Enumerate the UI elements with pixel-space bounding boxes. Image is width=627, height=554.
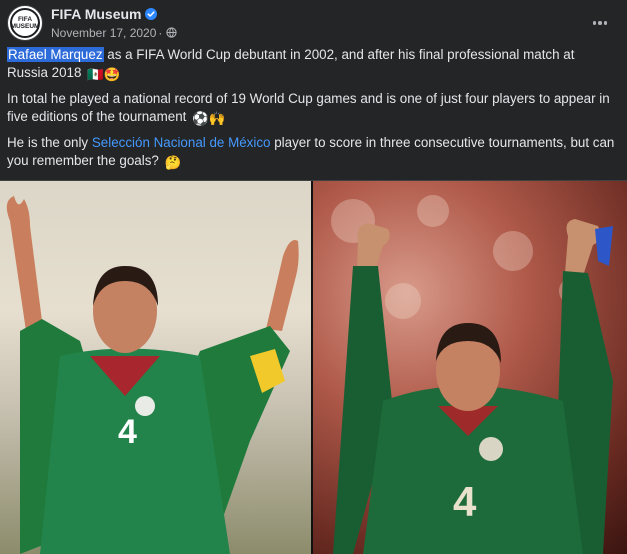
- avatar[interactable]: FIFA MUSEUM: [7, 5, 43, 41]
- mexico-flag-star-struck-emoji: 🇲🇽🤩: [87, 67, 121, 82]
- post-date[interactable]: November 17, 2020: [51, 26, 156, 40]
- post-photo-collage[interactable]: 4 4: [0, 180, 627, 554]
- page-name-link[interactable]: FIFA Museum: [51, 6, 142, 22]
- post-text: Rafael Marquez as a FIFA World Cup debut…: [7, 46, 619, 178]
- verified-badge-icon: [144, 8, 157, 20]
- more-options-icon[interactable]: [587, 13, 613, 33]
- facebook-post: FIFA MUSEUM FIFA Museum November 17, 202…: [0, 0, 627, 554]
- paragraph-2-text: In total he played a national record of …: [7, 91, 610, 124]
- player-illustration-right: 4: [331, 195, 613, 554]
- svg-text:4: 4: [453, 478, 477, 525]
- svg-text:4: 4: [118, 413, 137, 451]
- player-illustration-left: 4: [6, 196, 299, 554]
- photo-marquez-2018[interactable]: 4: [313, 181, 627, 554]
- globe-icon[interactable]: [166, 27, 178, 38]
- avatar-line-1: FIFA: [17, 16, 33, 23]
- post-meta: November 17, 2020 ·: [51, 26, 178, 40]
- hashtag-link-seleccion-mexico[interactable]: Selección Nacional de México: [92, 135, 271, 150]
- post-paragraph-2: In total he played a national record of …: [7, 90, 619, 128]
- post-paragraph-3: He is the only Selección Nacional de Méx…: [7, 134, 619, 172]
- selected-text: Rafael Marquez: [7, 47, 104, 62]
- thinking-face-emoji: 🤔: [164, 155, 182, 170]
- post-paragraph-1: Rafael Marquez as a FIFA World Cup debut…: [7, 46, 619, 84]
- meta-separator: ·: [158, 26, 163, 40]
- football-raised-hands-emoji: ⚽🙌: [192, 111, 226, 126]
- page-name-row: FIFA Museum: [51, 6, 157, 22]
- post-header: FIFA MUSEUM FIFA Museum November 17, 202…: [7, 5, 627, 45]
- fifa-museum-logo: FIFA MUSEUM: [10, 8, 40, 38]
- photo-marquez-2002[interactable]: 4: [0, 181, 311, 554]
- avatar-line-2: MUSEUM: [10, 23, 40, 30]
- paragraph-3-prefix: He is the only: [7, 135, 92, 150]
